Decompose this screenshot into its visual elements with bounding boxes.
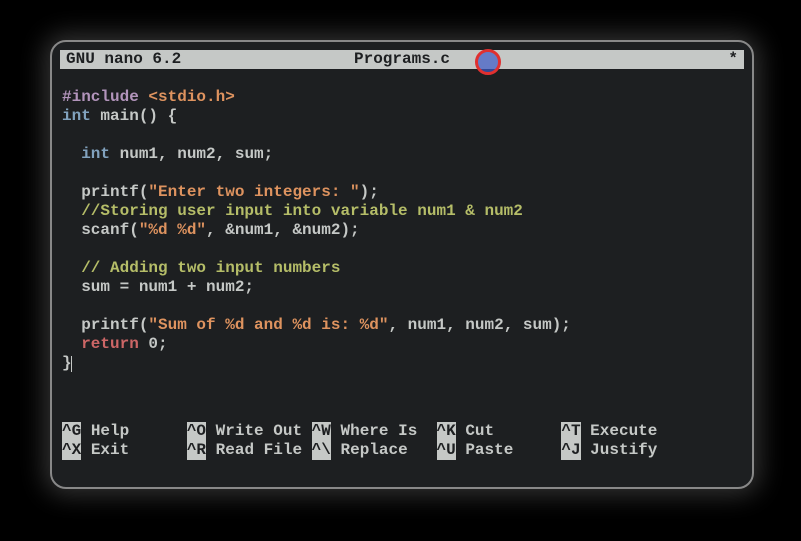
code-token: main() { bbox=[91, 107, 177, 125]
code-token: int bbox=[81, 145, 110, 163]
shortcut-label: Execute bbox=[590, 422, 657, 440]
shortcut-label: Paste bbox=[465, 441, 513, 459]
code-token: // Adding two input numbers bbox=[81, 259, 340, 277]
editor-content[interactable]: #include <stdio.h> int main() { int num1… bbox=[60, 69, 744, 392]
code-token: 0; bbox=[139, 335, 168, 353]
code-token: , &num1, &num2); bbox=[206, 221, 360, 239]
terminal-window: GNU nano 6.2 Programs.c * #include <stdi… bbox=[50, 40, 754, 489]
shortcut-label: Exit bbox=[91, 441, 129, 459]
shortcut-key[interactable]: ^\ bbox=[312, 441, 331, 460]
code-token bbox=[62, 259, 81, 277]
nano-version: GNU nano 6.2 bbox=[66, 50, 181, 69]
code-token: scanf( bbox=[62, 221, 139, 239]
shortcut-label: Replace bbox=[340, 441, 407, 459]
code-token: int bbox=[62, 107, 91, 125]
code-token bbox=[62, 202, 81, 220]
nano-modified-flag: * bbox=[728, 50, 738, 69]
shortcut-key[interactable]: ^W bbox=[312, 422, 331, 441]
code-token: ); bbox=[360, 183, 379, 201]
shortcut-label: Write Out bbox=[216, 422, 302, 440]
shortcut-key[interactable]: ^T bbox=[561, 422, 580, 441]
code-token: num1, num2, sum; bbox=[110, 145, 273, 163]
shortcut-key[interactable]: ^G bbox=[62, 422, 81, 441]
code-token bbox=[62, 145, 81, 163]
shortcut-key[interactable]: ^U bbox=[437, 441, 456, 460]
code-token: "Sum of %d and %d is: %d" bbox=[148, 316, 388, 334]
code-token: return bbox=[81, 335, 139, 353]
code-token: <stdio.h> bbox=[139, 88, 235, 106]
shortcut-key[interactable]: ^X bbox=[62, 441, 81, 460]
code-token: #include bbox=[62, 88, 139, 106]
text-cursor bbox=[71, 356, 72, 372]
code-token: printf( bbox=[62, 183, 148, 201]
code-token: "Enter two integers: " bbox=[148, 183, 359, 201]
code-token bbox=[62, 335, 81, 353]
code-token: "%d %d" bbox=[139, 221, 206, 239]
shortcut-label: Cut bbox=[465, 422, 494, 440]
shortcut-label: Help bbox=[91, 422, 129, 440]
nano-title-bar: GNU nano 6.2 Programs.c * bbox=[60, 50, 744, 69]
shortcut-label: Justify bbox=[590, 441, 657, 459]
code-token: printf( bbox=[62, 316, 148, 334]
shortcut-label: Read File bbox=[216, 441, 302, 459]
shortcut-key[interactable]: ^J bbox=[561, 441, 580, 460]
code-token: //Storing user input into variable num1 … bbox=[81, 202, 523, 220]
nano-shortcut-bar: ^G Help ^O Write Out ^W Where Is ^K Cut … bbox=[60, 403, 744, 479]
shortcut-key[interactable]: ^O bbox=[187, 422, 206, 441]
shortcut-key[interactable]: ^R bbox=[187, 441, 206, 460]
shortcut-label: Where Is bbox=[340, 422, 417, 440]
code-token: sum = num1 + num2; bbox=[62, 278, 254, 296]
code-token: , num1, num2, sum); bbox=[388, 316, 570, 334]
shortcut-key[interactable]: ^K bbox=[437, 422, 456, 441]
